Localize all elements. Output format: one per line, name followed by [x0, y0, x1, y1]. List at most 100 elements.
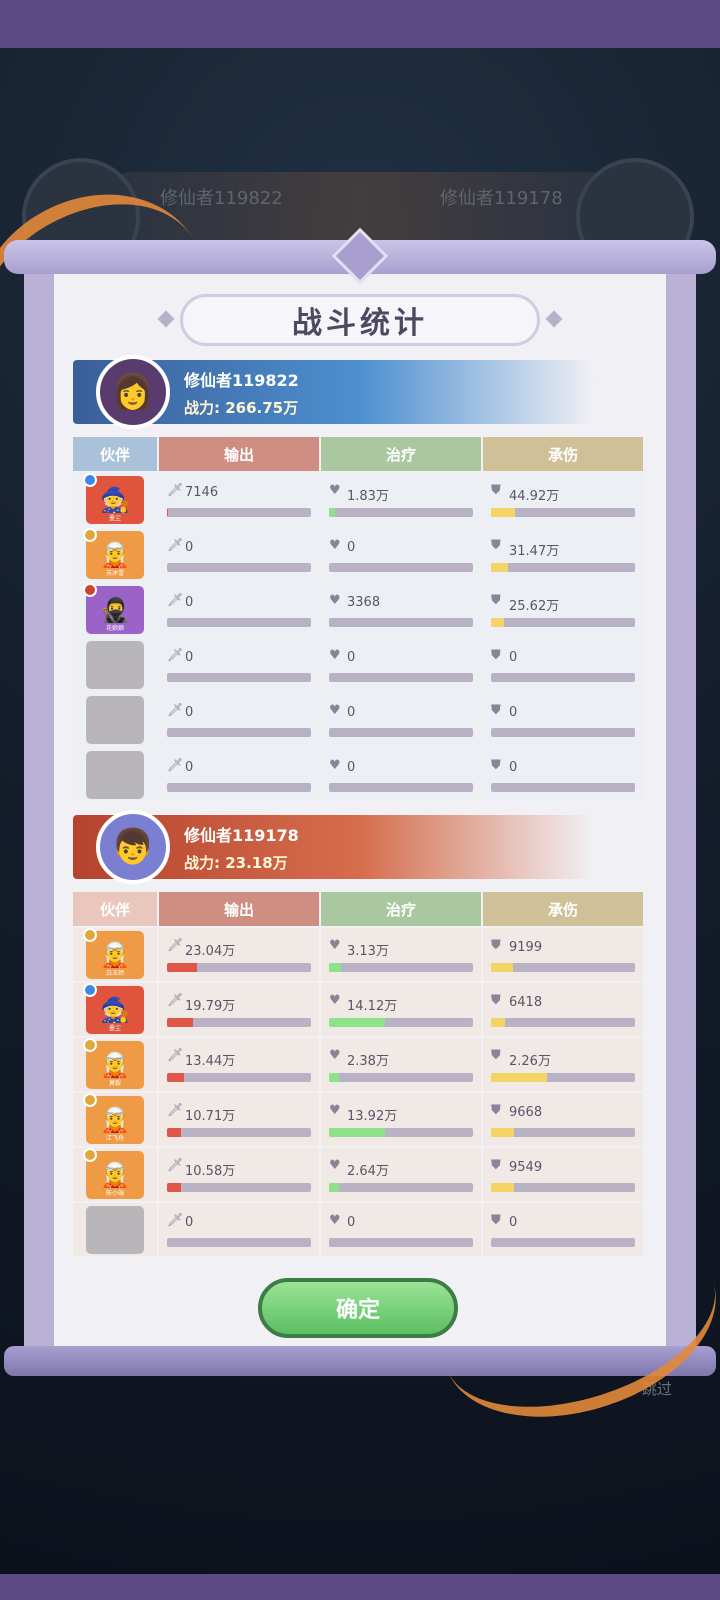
element-badge-icon: [83, 927, 97, 942]
output-value: 7146: [185, 485, 219, 500]
shield-icon: ⛊: [491, 1213, 501, 1228]
output-bar-fill: [167, 1128, 182, 1137]
taken-bar-fill: [491, 963, 513, 972]
heal-cell: ♥ 3368: [321, 583, 481, 636]
taken-value: 0: [509, 705, 518, 720]
ally-stats-table: 伙伴 输出 治疗 承伤 🧙 墨尘 🗡 7146 ♥ 1.83万 ⛊ 44.92万 🧝 苏沐雪 🗡 0 ♥…: [73, 437, 647, 803]
table-row: 🧙 墨尘 🗡 7146 ♥ 1.83万 ⛊ 44.92万: [73, 472, 647, 526]
partner-portrait: 🥷 花娘娘: [83, 582, 144, 634]
column-taken: 承伤: [483, 892, 643, 926]
output-bar: [167, 508, 311, 517]
output-cell: 🗡 13.44万: [159, 1038, 319, 1091]
output-bar-fill: [167, 1183, 182, 1192]
heal-value: 0: [347, 650, 356, 665]
heal-bar: [329, 673, 473, 682]
taken-value: 0: [509, 1215, 518, 1230]
taken-value: 25.62万: [509, 599, 560, 614]
taken-value: 0: [509, 760, 518, 775]
element-badge-icon: [83, 527, 97, 542]
empty-partner-slot: [86, 695, 144, 744]
column-taken: 承伤: [483, 437, 643, 471]
heal-cell: ♥ 2.64万: [321, 1148, 481, 1201]
sword-icon: 🗡: [167, 538, 184, 553]
shield-icon: ⛊: [491, 703, 501, 718]
column-output: 输出: [159, 892, 319, 926]
partner-cell: [73, 1203, 157, 1256]
partner-cell: 🧙 墨尘: [73, 472, 157, 526]
heal-bar-fill: [329, 1018, 386, 1027]
heal-cell: ♥ 1.83万: [321, 473, 481, 526]
partner-cell: 🧝 江飞舟: [73, 1092, 157, 1146]
shield-icon: ⛊: [491, 758, 501, 773]
taken-value: 31.47万: [509, 544, 560, 559]
confirm-button[interactable]: 确定: [258, 1278, 458, 1338]
taken-bar-fill: [491, 618, 504, 627]
column-heal: 治疗: [321, 892, 481, 926]
partner-portrait: 🧝 陈小端: [83, 1147, 144, 1199]
output-bar: [167, 728, 311, 737]
output-bar: [167, 1128, 311, 1137]
partner-cell: [73, 638, 157, 691]
enemy-player-power: 战力: 23.18万: [184, 854, 288, 872]
partner-name: 白玉师: [105, 969, 124, 977]
output-cell: 🗡 0: [159, 638, 319, 691]
enemy-player-name: 修仙者119178: [184, 826, 299, 845]
heal-bar-fill: [329, 1073, 340, 1082]
output-bar: [167, 1018, 311, 1027]
heal-value: 0: [347, 1215, 356, 1230]
taken-bar-fill: [491, 1128, 515, 1137]
output-cell: 🗡 10.71万: [159, 1093, 319, 1146]
taken-cell: ⛊ 31.47万: [483, 528, 643, 581]
heal-cell: ♥ 0: [321, 1203, 481, 1256]
enemy-stats-table: 伙伴 输出 治疗 承伤 🧝 白玉师 🗡 23.04万 ♥ 3.13万 ⛊ 9199 🧙 墨尘 🗡 19…: [73, 892, 647, 1258]
output-bar: [167, 1183, 311, 1192]
sword-icon: 🗡: [167, 648, 184, 663]
output-cell: 🗡 0: [159, 583, 319, 636]
output-cell: 🗡 0: [159, 748, 319, 801]
output-bar-fill: [167, 1073, 185, 1082]
output-bar-fill: [167, 508, 169, 517]
taken-cell: ⛊ 2.26万: [483, 1038, 643, 1091]
element-badge-icon: [83, 582, 97, 597]
output-bar: [167, 563, 311, 572]
ally-player-name: 修仙者119822: [184, 371, 299, 390]
output-bar-fill: [167, 963, 198, 972]
heal-cell: ♥ 0: [321, 693, 481, 746]
element-badge-icon: [83, 1092, 97, 1107]
taken-cell: ⛊ 6418: [483, 983, 643, 1036]
heal-cell: ♥ 14.12万: [321, 983, 481, 1036]
table-header: 伙伴 输出 治疗 承伤: [73, 892, 647, 926]
heart-icon: ♥: [329, 1158, 341, 1173]
taken-bar: [491, 618, 635, 627]
heart-icon: ♥: [329, 993, 341, 1008]
taken-bar: [491, 783, 635, 792]
heal-bar: [329, 1238, 473, 1247]
heal-cell: ♥ 3.13万: [321, 928, 481, 981]
partner-portrait: 🧙 墨尘: [83, 472, 144, 524]
partner-cell: 🧝 白玉师: [73, 927, 157, 981]
output-value: 0: [185, 540, 194, 555]
enemy-player-avatar: 👦: [96, 810, 170, 884]
taken-cell: ⛊ 0: [483, 1203, 643, 1256]
shield-icon: ⛊: [491, 483, 501, 498]
sword-icon: 🗡: [167, 1213, 184, 1228]
shield-icon: ⛊: [491, 1048, 501, 1063]
table-row: 🗡 0 ♥ 0 ⛊ 0: [73, 748, 647, 801]
taken-bar: [491, 1018, 635, 1027]
partner-cell: 🧝 莫毅: [73, 1037, 157, 1091]
heal-value: 2.38万: [347, 1054, 389, 1069]
sword-icon: 🗡: [167, 703, 184, 718]
partner-cell: [73, 693, 157, 746]
taken-bar: [491, 1128, 635, 1137]
partner-name: 陈小端: [105, 1189, 124, 1197]
column-output: 输出: [159, 437, 319, 471]
table-row: 🧝 白玉师 🗡 23.04万 ♥ 3.13万 ⛊ 9199: [73, 927, 647, 981]
partner-portrait: 🧝 莫毅: [83, 1037, 144, 1089]
heal-value: 0: [347, 540, 356, 555]
table-header: 伙伴 输出 治疗 承伤: [73, 437, 647, 471]
heal-cell: ♥ 0: [321, 748, 481, 801]
empty-partner-slot: [86, 1205, 144, 1254]
partner-name: 江飞舟: [105, 1134, 124, 1142]
partner-portrait: 🧙 墨尘: [83, 982, 144, 1034]
heart-icon: ♥: [329, 648, 341, 663]
